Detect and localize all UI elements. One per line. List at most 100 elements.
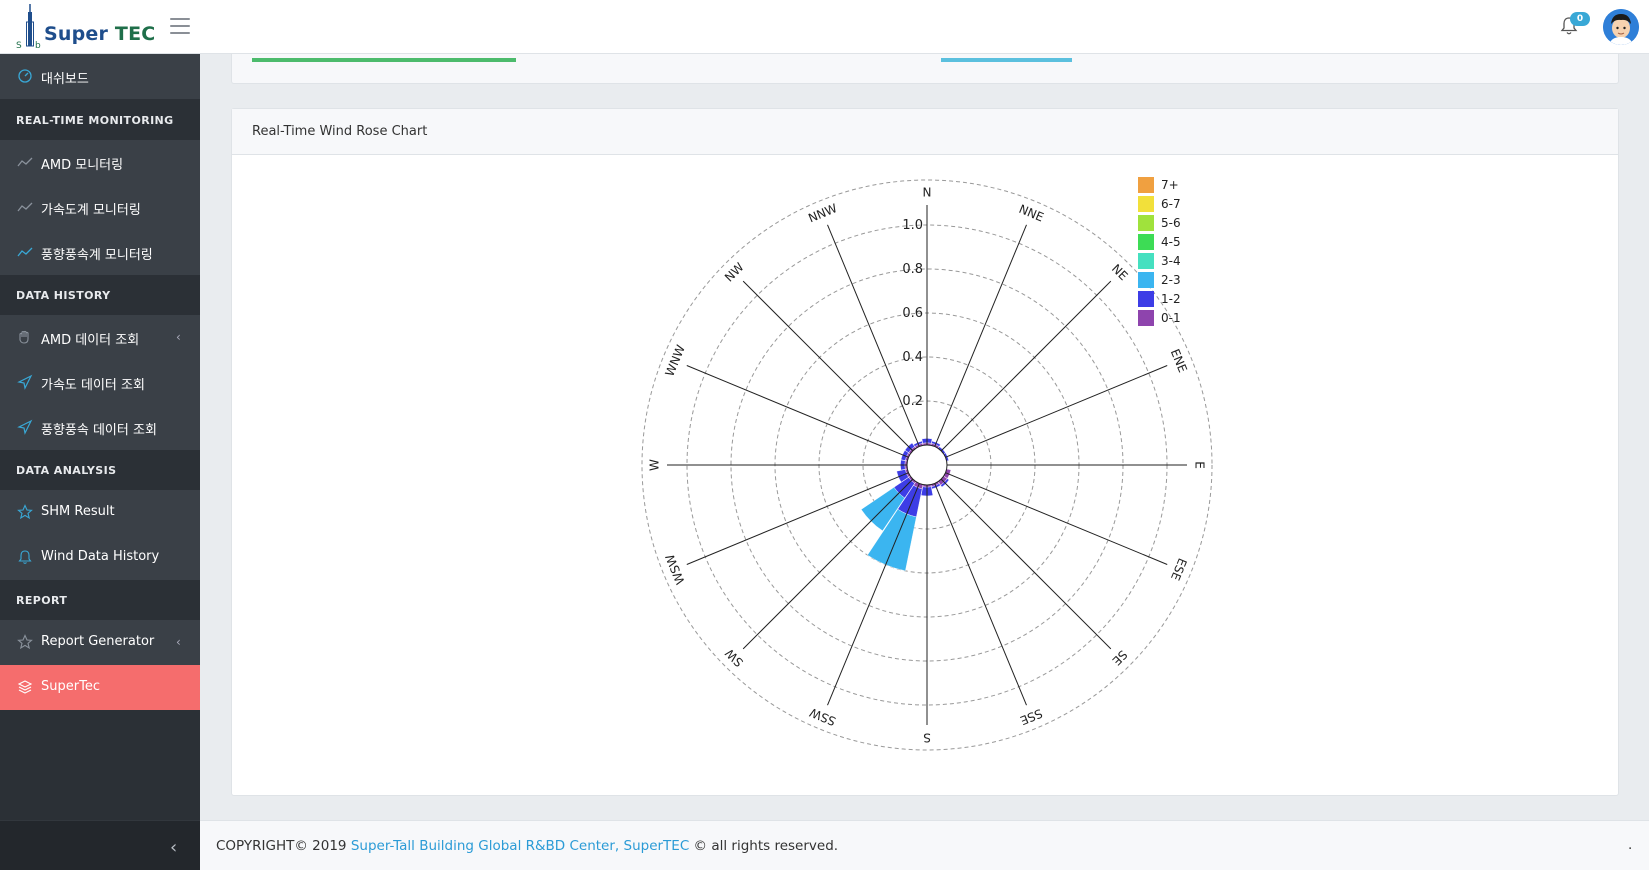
footer: COPYRIGHT© 2019 Super-Tall Building Glob…: [200, 820, 1649, 870]
legend-swatch-5-6: [1138, 215, 1154, 231]
sidebar-item-label: AMD 데이터 조회: [41, 333, 140, 348]
layers-icon: [17, 680, 33, 694]
direction-label-w: W: [648, 459, 662, 471]
legend-label-7+: 7+: [1161, 178, 1179, 192]
footer-copyright: COPYRIGHT© 2019 Super-Tall Building Glob…: [216, 838, 838, 854]
footer-link[interactable]: Super-Tall Building Global R&BD Center, …: [351, 838, 689, 854]
sidebar-item-label: 가속도 데이터 조회: [41, 378, 145, 393]
summary-card: [231, 54, 1619, 84]
svg-text:S: S: [16, 41, 22, 50]
sidebar-item-amd-data[interactable]: AMD 데이터 조회 ‹: [0, 315, 200, 360]
dashboard-gauge-icon: [18, 69, 32, 83]
legend-label-2-3: 2-3: [1161, 273, 1181, 287]
sidebar-item-wind-monitoring[interactable]: 풍향풍속계 모니터링: [0, 230, 200, 275]
card-header: Real-Time Wind Rose Chart: [232, 109, 1618, 155]
direction-label-se: SE: [1109, 647, 1130, 668]
sidebar-item-acceleration-data[interactable]: 가속도 데이터 조회: [0, 360, 200, 405]
hand-icon: [19, 330, 29, 344]
sidebar-item-amd-monitoring[interactable]: AMD 모니터링: [0, 140, 200, 185]
sidebar-item-wind-data[interactable]: 풍향풍속 데이터 조회: [0, 405, 200, 450]
legend-label-1-2: 1-2: [1161, 292, 1181, 306]
legend-swatch-7+: [1138, 177, 1154, 193]
radial-tick-label: 0.6: [902, 306, 923, 321]
sidebar-section-heading: DATA HISTORY: [16, 289, 111, 302]
copyright-suffix: © all rights reserved.: [693, 838, 839, 854]
chevron-left-icon: ‹: [170, 837, 178, 858]
sidebar-item-label: Wind Data History: [41, 549, 160, 564]
direction-label-nne: NNE: [1017, 202, 1046, 225]
svg-text:b: b: [35, 41, 41, 50]
sidebar-item-shm-result[interactable]: SHM Result: [0, 490, 200, 535]
notification-count-badge: 0: [1570, 12, 1590, 26]
progress-bar-green: [252, 58, 516, 62]
brand-name: Super TEC: [44, 23, 155, 45]
spoke-nw: [742, 280, 914, 452]
direction-label-ene: ENE: [1168, 347, 1190, 375]
user-face-icon: [1603, 9, 1639, 45]
user-avatar[interactable]: [1603, 9, 1639, 45]
sidebar-section-heading: DATA ANALYSIS: [16, 464, 117, 477]
sidebar-item-report-generator[interactable]: Report Generator ‹: [0, 620, 200, 665]
direction-label-sw: SW: [722, 646, 746, 670]
legend-label-6-7: 6-7: [1161, 197, 1181, 211]
direction-label-s: S: [923, 731, 931, 745]
sidebar-item-label: SHM Result: [41, 504, 115, 519]
direction-label-e: E: [1193, 461, 1207, 469]
sidebar-item-dashboard[interactable]: 대쉬보드: [0, 54, 200, 99]
direction-label-wsw: WSW: [663, 552, 688, 586]
spoke-nne: [934, 224, 1027, 447]
radial-tick-label: 0.8: [902, 262, 923, 277]
sidebar-section-heading: REAL-TIME MONITORING: [16, 114, 174, 127]
sidebar-item-label: SuperTec: [41, 679, 100, 694]
sidebar-item-label: 풍향풍속 데이터 조회: [41, 423, 157, 438]
center-hole: [906, 444, 948, 486]
legend-label-4-5: 4-5: [1161, 235, 1181, 249]
direction-label-n: N: [923, 186, 932, 200]
send-icon: [17, 374, 33, 390]
footer-trailing-mark: .: [1628, 837, 1633, 853]
sidebar-item-label: Report Generator: [41, 634, 155, 649]
trend-line-icon: [17, 247, 33, 257]
tower-logo-icon: S b: [16, 4, 41, 50]
spoke-se: [940, 478, 1112, 650]
brand-name-primary: Super: [44, 23, 109, 45]
sidebar-item-supertec[interactable]: SuperTec: [0, 665, 200, 710]
card-title: Real-Time Wind Rose Chart: [252, 124, 428, 139]
copyright-prefix: COPYRIGHT© 2019: [216, 838, 347, 854]
sidebar: 대쉬보드 REAL-TIME MONITORING AMD 모니터링 가속도계 …: [0, 54, 200, 870]
sidebar-item-label: 가속도계 모니터링: [41, 203, 141, 218]
direction-label-nw: NW: [722, 260, 747, 285]
wind-rose-chart: N NNE NE ENE E ESE SE SSE S SSW SW WSW W WNW NW NNW 0.2 0…: [641, 177, 1213, 751]
legend-swatch-1-2: [1138, 291, 1154, 307]
spoke-ne: [940, 280, 1112, 452]
sidebar-item-label: 대쉬보드: [41, 72, 89, 87]
sidebar-section-heading: REPORT: [16, 594, 68, 607]
sidebar-item-label: AMD 모니터링: [41, 158, 124, 173]
legend-label-3-4: 3-4: [1161, 254, 1181, 268]
chevron-left-icon: ‹: [176, 330, 181, 344]
legend-swatch-0-1: [1138, 310, 1154, 326]
spoke-nnw: [827, 224, 920, 447]
progress-bar-blue: [941, 58, 1072, 62]
spoke-sse: [934, 483, 1027, 706]
direction-label-ese: ESE: [1168, 556, 1190, 582]
top-header: S b Super TEC 0: [0, 0, 1649, 54]
sidebar-collapse-button[interactable]: ‹: [0, 820, 200, 870]
brand-logo[interactable]: S b Super TEC: [16, 4, 155, 50]
legend-label-5-6: 5-6: [1161, 216, 1181, 230]
sidebar-item-wind-data-history[interactable]: Wind Data History: [0, 535, 200, 580]
chevron-left-icon: ‹: [176, 635, 181, 649]
menu-toggle-icon[interactable]: [170, 18, 190, 34]
trend-line-icon: [17, 157, 33, 167]
spoke-wnw: [686, 365, 909, 458]
direction-label-nnw: NNW: [806, 201, 839, 225]
direction-label-ssw: SSW: [807, 705, 838, 728]
star-icon: [17, 504, 33, 520]
sidebar-item-accelerometer-monitoring[interactable]: 가속도계 모니터링: [0, 185, 200, 230]
direction-label-sse: SSE: [1018, 706, 1044, 728]
radial-tick-label: 0.4: [902, 350, 923, 365]
star-icon: [17, 634, 33, 650]
spoke-ene: [945, 365, 1168, 458]
legend-label-0-1: 0-1: [1161, 311, 1181, 325]
radial-tick-label: 0.2: [902, 394, 923, 409]
